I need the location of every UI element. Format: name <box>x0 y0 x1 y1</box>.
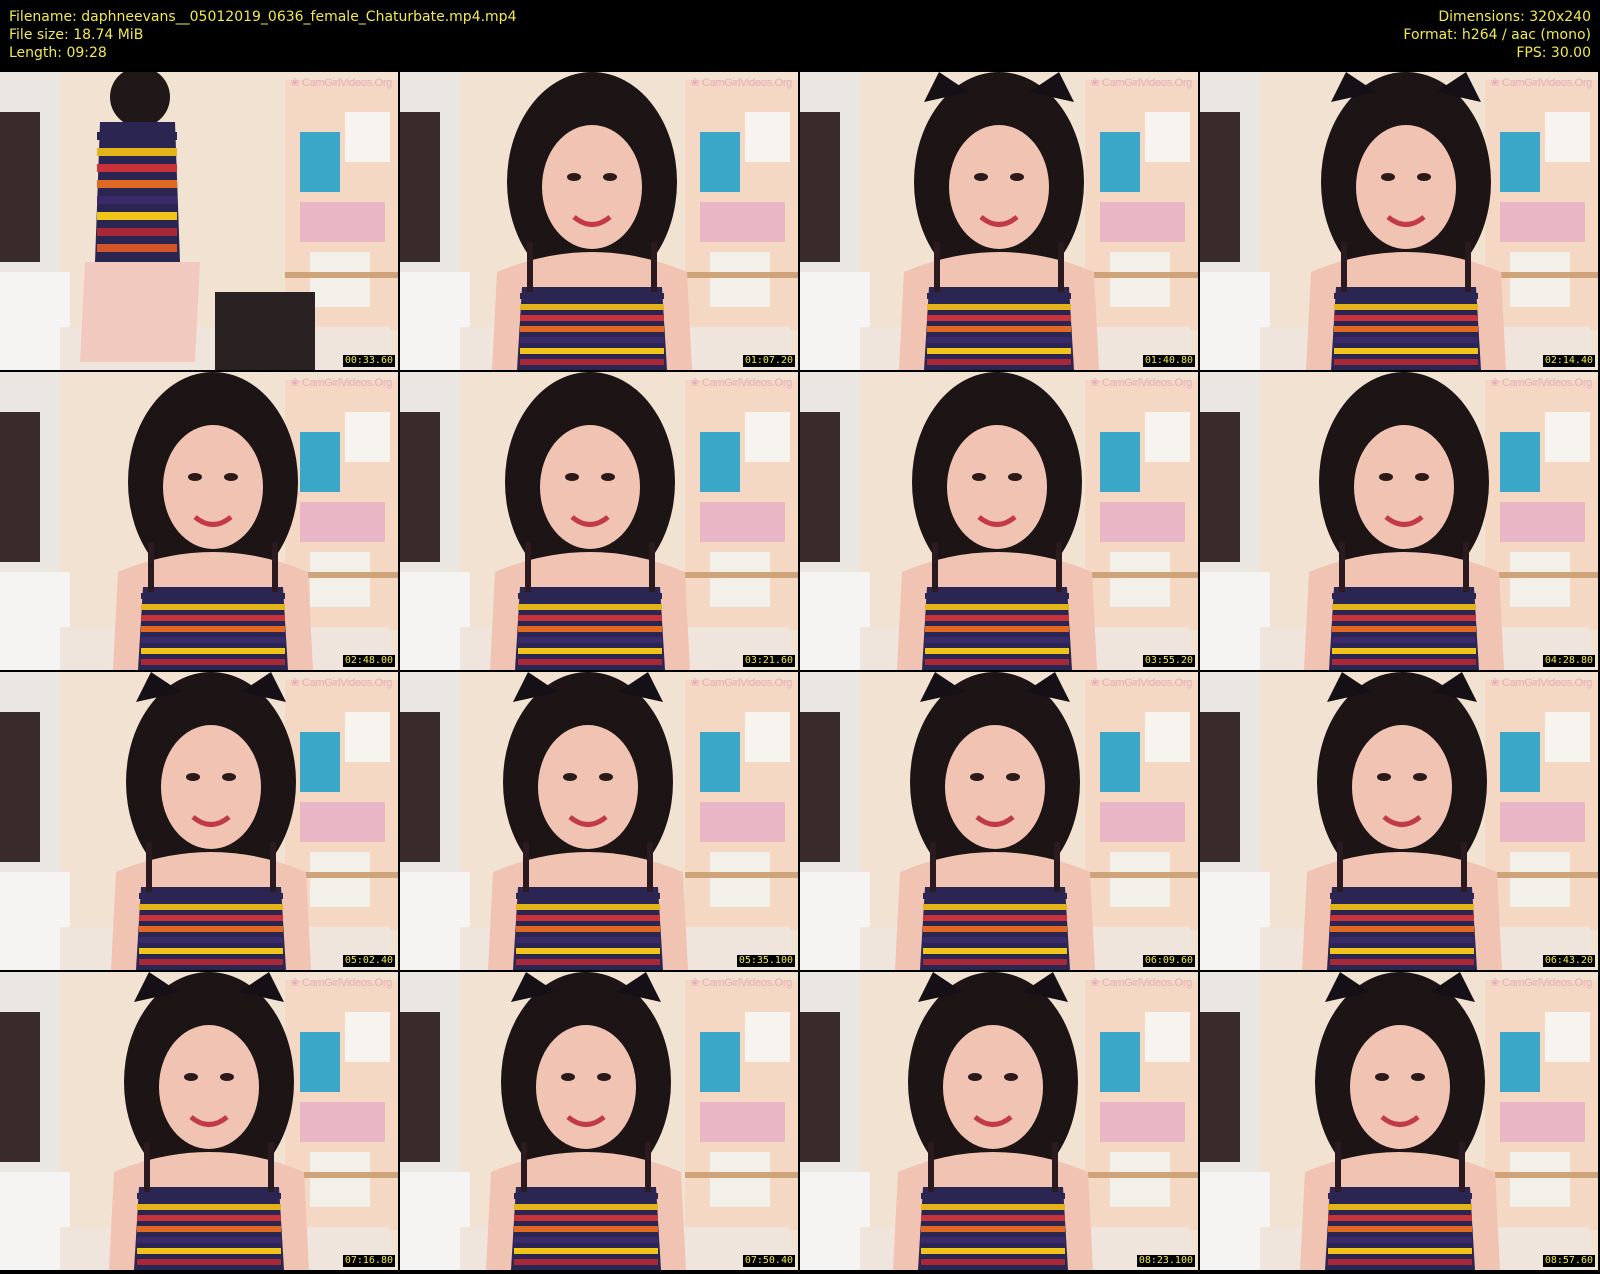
video-frame-thumbnail: ❀ CamGirlVideos.Org 02:48.00 <box>0 372 398 670</box>
watermark-logo: ❀ CamGirlVideos.Org <box>1090 677 1192 689</box>
metadata-left: Filename: daphneevans__05012019_0636_fem… <box>9 8 516 62</box>
video-frame-thumbnail: ❀ CamGirlVideos.Org 01:40.80 <box>800 72 1198 370</box>
video-frame-thumbnail: ❀ CamGirlVideos.Org 05:35.100 <box>400 672 798 970</box>
frame-timestamp: 03:55.20 <box>1142 655 1195 667</box>
watermark-logo: ❀ CamGirlVideos.Org <box>290 977 392 989</box>
frame-image <box>800 972 1198 1270</box>
filename-text: Filename: daphneevans__05012019_0636_fem… <box>9 9 517 25</box>
video-frame-thumbnail: ❀ CamGirlVideos.Org 08:57.60 <box>1200 972 1598 1270</box>
frame-timestamp: 04:28.80 <box>1542 655 1595 667</box>
frame-image <box>400 372 798 670</box>
frame-image <box>0 372 398 670</box>
thumbnail-grid: ❀ CamGirlVideos.Org 00:33.60 ❀ CamGirlVide… <box>0 72 1600 1272</box>
watermark-logo: ❀ CamGirlVideos.Org <box>690 677 792 689</box>
frame-timestamp: 07:50.40 <box>742 1255 795 1267</box>
watermark-logo: ❀ CamGirlVideos.Org <box>1490 977 1592 989</box>
watermark-logo: ❀ CamGirlVideos.Org <box>690 977 792 989</box>
frame-image <box>1200 72 1598 370</box>
frame-image <box>400 72 798 370</box>
video-frame-thumbnail: ❀ CamGirlVideos.Org 00:33.60 <box>0 72 398 370</box>
frame-image <box>400 972 798 1270</box>
filesize-text: File size: 18.74 MiB <box>9 27 144 43</box>
watermark-logo: ❀ CamGirlVideos.Org <box>290 377 392 389</box>
watermark-logo: ❀ CamGirlVideos.Org <box>290 677 392 689</box>
frame-timestamp: 06:43.20 <box>1542 955 1595 967</box>
watermark-logo: ❀ CamGirlVideos.Org <box>1090 377 1192 389</box>
frame-timestamp: 05:02.40 <box>342 955 395 967</box>
frame-timestamp: 02:48.00 <box>342 655 395 667</box>
metadata-header: Filename: daphneevans__05012019_0636_fem… <box>0 0 1600 72</box>
watermark-logo: ❀ CamGirlVideos.Org <box>1090 77 1192 89</box>
video-frame-thumbnail: ❀ CamGirlVideos.Org 04:28.80 <box>1200 372 1598 670</box>
frame-image <box>400 672 798 970</box>
video-frame-thumbnail: ❀ CamGirlVideos.Org 06:09.60 <box>800 672 1198 970</box>
format-text: Format: h264 / aac (mono) <box>1403 27 1591 43</box>
frame-image <box>1200 372 1598 670</box>
frame-timestamp: 05:35.100 <box>736 955 795 967</box>
frame-timestamp: 00:33.60 <box>342 355 395 367</box>
frame-image <box>0 672 398 970</box>
frame-timestamp: 01:40.80 <box>1142 355 1195 367</box>
frame-timestamp: 07:16.80 <box>342 1255 395 1267</box>
frame-timestamp: 08:23.100 <box>1136 1255 1195 1267</box>
video-frame-thumbnail: ❀ CamGirlVideos.Org 05:02.40 <box>0 672 398 970</box>
video-frame-thumbnail: ❀ CamGirlVideos.Org 03:21.60 <box>400 372 798 670</box>
video-frame-thumbnail: ❀ CamGirlVideos.Org 08:23.100 <box>800 972 1198 1270</box>
frame-image <box>0 72 398 370</box>
watermark-logo: ❀ CamGirlVideos.Org <box>1490 677 1592 689</box>
video-frame-thumbnail: ❀ CamGirlVideos.Org 07:50.40 <box>400 972 798 1270</box>
video-frame-thumbnail: ❀ CamGirlVideos.Org 01:07.20 <box>400 72 798 370</box>
frame-image <box>0 972 398 1270</box>
frame-image <box>800 672 1198 970</box>
frame-image <box>800 372 1198 670</box>
fps-text: FPS: 30.00 <box>1516 45 1591 61</box>
dimensions-text: Dimensions: 320x240 <box>1438 9 1591 25</box>
metadata-right: Dimensions: 320x240 Format: h264 / aac (… <box>1403 8 1591 62</box>
frame-timestamp: 03:21.60 <box>742 655 795 667</box>
frame-image <box>800 72 1198 370</box>
frame-timestamp: 08:57.60 <box>1542 1255 1595 1267</box>
watermark-logo: ❀ CamGirlVideos.Org <box>690 377 792 389</box>
watermark-logo: ❀ CamGirlVideos.Org <box>1090 977 1192 989</box>
length-text: Length: 09:28 <box>9 45 107 61</box>
frame-timestamp: 02:14.40 <box>1542 355 1595 367</box>
video-frame-thumbnail: ❀ CamGirlVideos.Org 03:55.20 <box>800 372 1198 670</box>
watermark-logo: ❀ CamGirlVideos.Org <box>1490 77 1592 89</box>
video-frame-thumbnail: ❀ CamGirlVideos.Org 02:14.40 <box>1200 72 1598 370</box>
watermark-logo: ❀ CamGirlVideos.Org <box>290 77 392 89</box>
frame-timestamp: 06:09.60 <box>1142 955 1195 967</box>
frame-image <box>1200 972 1598 1270</box>
frame-timestamp: 01:07.20 <box>742 355 795 367</box>
watermark-logo: ❀ CamGirlVideos.Org <box>690 77 792 89</box>
frame-image <box>1200 672 1598 970</box>
video-frame-thumbnail: ❀ CamGirlVideos.Org 07:16.80 <box>0 972 398 1270</box>
watermark-logo: ❀ CamGirlVideos.Org <box>1490 377 1592 389</box>
video-frame-thumbnail: ❀ CamGirlVideos.Org 06:43.20 <box>1200 672 1598 970</box>
